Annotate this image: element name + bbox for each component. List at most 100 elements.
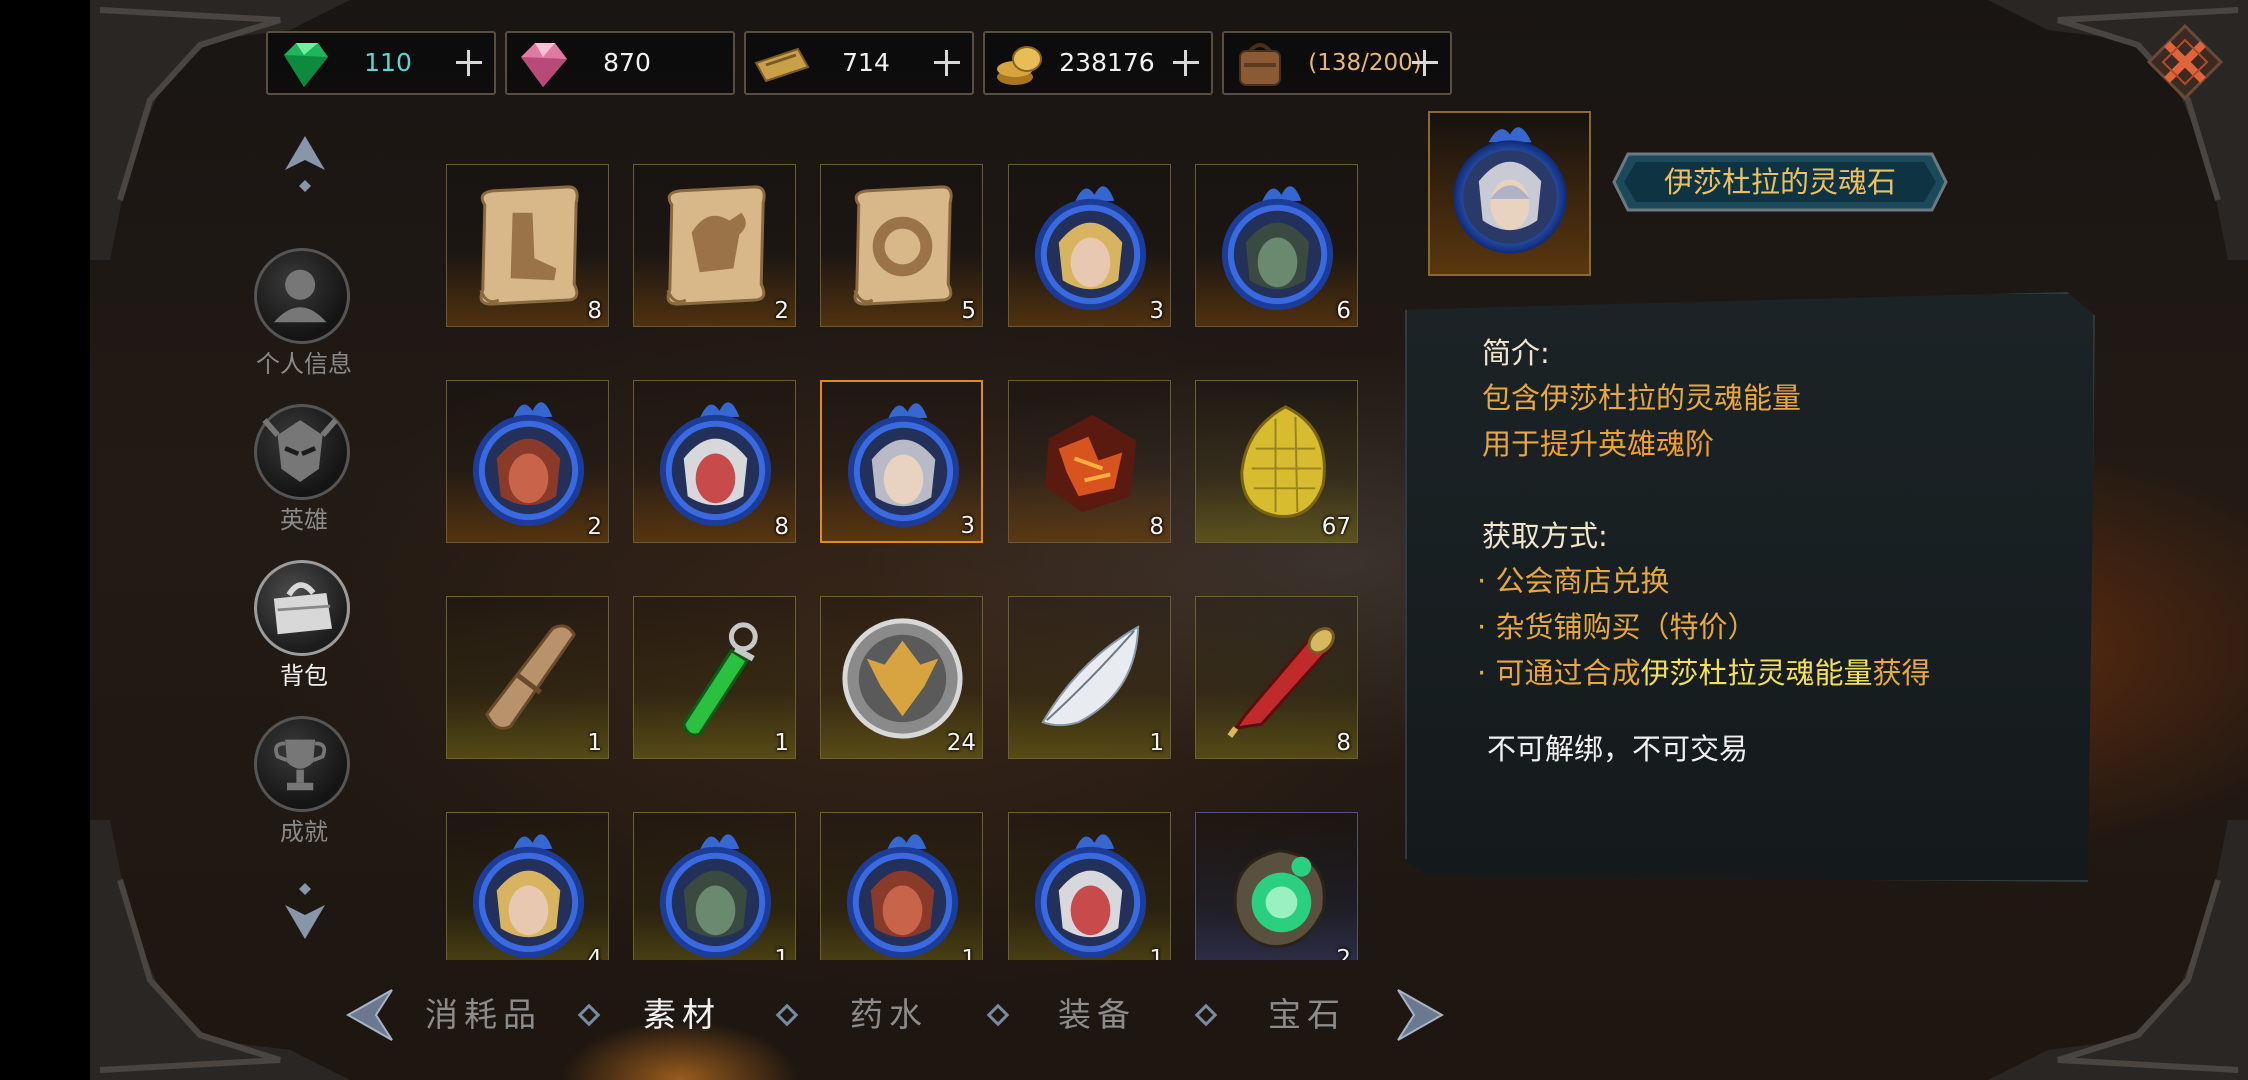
item-count: 8 xyxy=(1149,514,1164,540)
item-slot-selected[interactable]: 3 xyxy=(820,380,983,543)
nav-achievement[interactable]: 成就 xyxy=(250,716,360,856)
scroll-glove-icon xyxy=(666,185,766,306)
lava-ore-icon xyxy=(1044,414,1137,513)
inventory-screen: 110 870 714 238176 (138/200) 个人信息 英雄 背包 … xyxy=(0,0,2248,1080)
nav-hero[interactable]: 英雄 xyxy=(250,404,360,544)
item-slot[interactable]: 8 xyxy=(1008,380,1171,543)
item-description-panel: 简介: 包含伊莎杜拉的灵魂能量 用于提升英雄魂阶 获取方式: · 公会商店兑换 … xyxy=(1405,292,2095,882)
soulstone-red-warrior-icon xyxy=(846,834,959,959)
emblem-coin-icon xyxy=(842,618,963,739)
item-count: 3 xyxy=(960,513,975,539)
item-count: 2 xyxy=(587,514,602,540)
add-gold-button[interactable] xyxy=(1165,43,1205,83)
expand-bag-button[interactable] xyxy=(1404,43,1444,83)
obtain-method-3-prefix: 可通过合成 xyxy=(1495,656,1641,690)
hero-helmet-icon xyxy=(254,404,350,500)
profile-icon xyxy=(254,248,350,344)
item-slot[interactable]: 4 xyxy=(446,812,609,960)
item-slot[interactable]: 24 xyxy=(820,596,983,759)
item-count: 24 xyxy=(946,730,976,756)
item-slot[interactable]: 1 xyxy=(633,596,796,759)
close-button[interactable] xyxy=(2145,22,2225,102)
item-count: 67 xyxy=(1321,514,1351,540)
item-slot[interactable]: 2 xyxy=(1195,812,1358,960)
soulstone-red-warrior-icon xyxy=(472,402,585,527)
item-count: 1 xyxy=(774,946,789,960)
tab-potions[interactable]: 药水 xyxy=(850,980,928,1050)
left-black-border xyxy=(0,0,90,1080)
nav-scroll-down-button[interactable] xyxy=(280,875,330,945)
item-slot[interactable]: 3 xyxy=(1008,164,1171,327)
item-title: 伊莎杜拉的灵魂石 xyxy=(1663,165,1896,199)
item-slot[interactable]: 8 xyxy=(633,380,796,543)
trophy-icon xyxy=(254,716,350,812)
red-spyglass-icon xyxy=(1227,627,1335,738)
gold-coins-icon xyxy=(997,46,1042,85)
nav-achievement-label: 成就 xyxy=(280,818,328,846)
tab-separator-diamond xyxy=(986,1003,1010,1027)
currency-gold: 238176 xyxy=(983,31,1213,95)
white-feather-icon xyxy=(1041,625,1140,727)
bag-icon xyxy=(254,560,350,656)
item-slot[interactable]: 5 xyxy=(820,164,983,327)
nav-hero-label: 英雄 xyxy=(280,506,328,534)
item-slot[interactable]: 6 xyxy=(1195,164,1358,327)
arrow-down-icon xyxy=(285,883,325,939)
tab-gems[interactable]: 宝石 xyxy=(1268,980,1346,1050)
obtain-label: 获取方式: xyxy=(1482,519,1608,553)
tab-materials[interactable]: 素材 xyxy=(643,980,721,1050)
obtain-method-1-text: 公会商店兑换 xyxy=(1495,564,1670,598)
item-count: 3 xyxy=(1149,298,1164,324)
tab-equipment[interactable]: 装备 xyxy=(1058,980,1136,1050)
intro-line-1: 包含伊莎杜拉的灵魂能量 xyxy=(1482,381,1802,415)
soulstone-blonde-icon xyxy=(472,834,585,959)
gold-value: 238176 xyxy=(1059,48,1155,77)
nav-profile[interactable]: 个人信息 xyxy=(250,248,360,388)
soulstone-isadora-icon xyxy=(847,403,960,528)
item-slot[interactable]: 1 xyxy=(820,812,983,960)
item-count: 1 xyxy=(774,730,789,756)
item-slot[interactable]: 2 xyxy=(633,164,796,327)
item-slot[interactable]: 2 xyxy=(446,380,609,543)
scroll-ring-icon xyxy=(853,185,953,306)
green-vial-icon xyxy=(682,622,758,737)
item-slot[interactable]: 1 xyxy=(446,596,609,759)
item-count: 1 xyxy=(1149,730,1164,756)
green-relic-icon xyxy=(1233,849,1326,948)
intro-line-2-highlight: 提升英雄魂阶 xyxy=(1540,427,1715,461)
intro-line-2-prefix: 用于 xyxy=(1482,427,1541,461)
item-slot[interactable]: 8 xyxy=(1195,596,1358,759)
add-ticket-button[interactable] xyxy=(926,43,966,83)
soulstone-white-beast-icon xyxy=(659,402,772,527)
obtain-method-3: · 可通过合成伊莎杜拉灵魂能量获得 xyxy=(1477,656,1931,690)
item-count: 4 xyxy=(587,946,602,960)
currency-ruby: 870 xyxy=(505,31,735,95)
obtain-method-2-text: 杂货铺购买（特价） xyxy=(1495,610,1757,644)
nav-bag[interactable]: 背包 xyxy=(250,560,360,700)
item-slot[interactable]: 67 xyxy=(1195,380,1358,543)
nav-bag-label: 背包 xyxy=(280,662,328,690)
arrow-up-icon xyxy=(285,136,325,192)
item-slot[interactable]: 1 xyxy=(633,812,796,960)
item-slot[interactable]: 1 xyxy=(1008,596,1171,759)
frame-corner-ornament xyxy=(90,820,350,1080)
add-emerald-button[interactable] xyxy=(448,43,488,83)
currency-emerald: 110 xyxy=(266,31,496,95)
item-slot[interactable]: 1 xyxy=(1008,812,1171,960)
item-slot[interactable]: 8 xyxy=(446,164,609,327)
pink-gem-icon xyxy=(521,43,567,87)
soulstone-blonde-icon xyxy=(1034,186,1147,311)
tab-consumables[interactable]: 消耗品 xyxy=(425,980,542,1050)
currency-bag: (138/200) xyxy=(1222,31,1452,95)
tab-prev-button[interactable] xyxy=(340,980,400,1050)
soulstone-hood-icon xyxy=(1221,186,1334,311)
item-count: 8 xyxy=(1336,730,1351,756)
ticket-value: 714 xyxy=(842,48,890,77)
item-count: 2 xyxy=(774,298,789,324)
item-count: 1 xyxy=(587,730,602,756)
gold-egg-icon xyxy=(1240,405,1326,518)
selected-item-icon xyxy=(1428,111,1591,276)
item-count: 1 xyxy=(1149,946,1164,960)
nav-scroll-up-button[interactable] xyxy=(280,130,330,200)
tab-next-button[interactable] xyxy=(1390,980,1450,1050)
